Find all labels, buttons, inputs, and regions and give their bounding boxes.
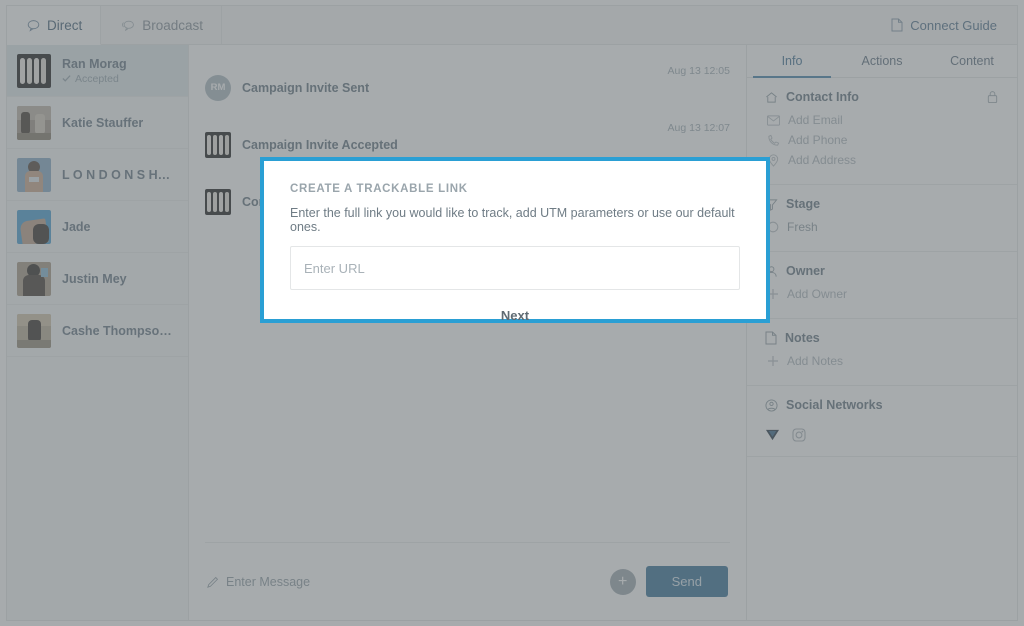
modal-highlight-ring: CREATE A TRACKABLE LINK Enter the full l… xyxy=(260,157,770,323)
create-trackable-link-dialog: CREATE A TRACKABLE LINK Enter the full l… xyxy=(264,161,766,323)
screenshot-root: Direct Broadcast xyxy=(0,0,1024,626)
dialog-title: CREATE A TRACKABLE LINK xyxy=(290,183,468,195)
next-button[interactable]: Next xyxy=(290,296,740,334)
dialog-description: Enter the full link you would like to tr… xyxy=(290,206,735,234)
url-input[interactable] xyxy=(290,246,740,290)
